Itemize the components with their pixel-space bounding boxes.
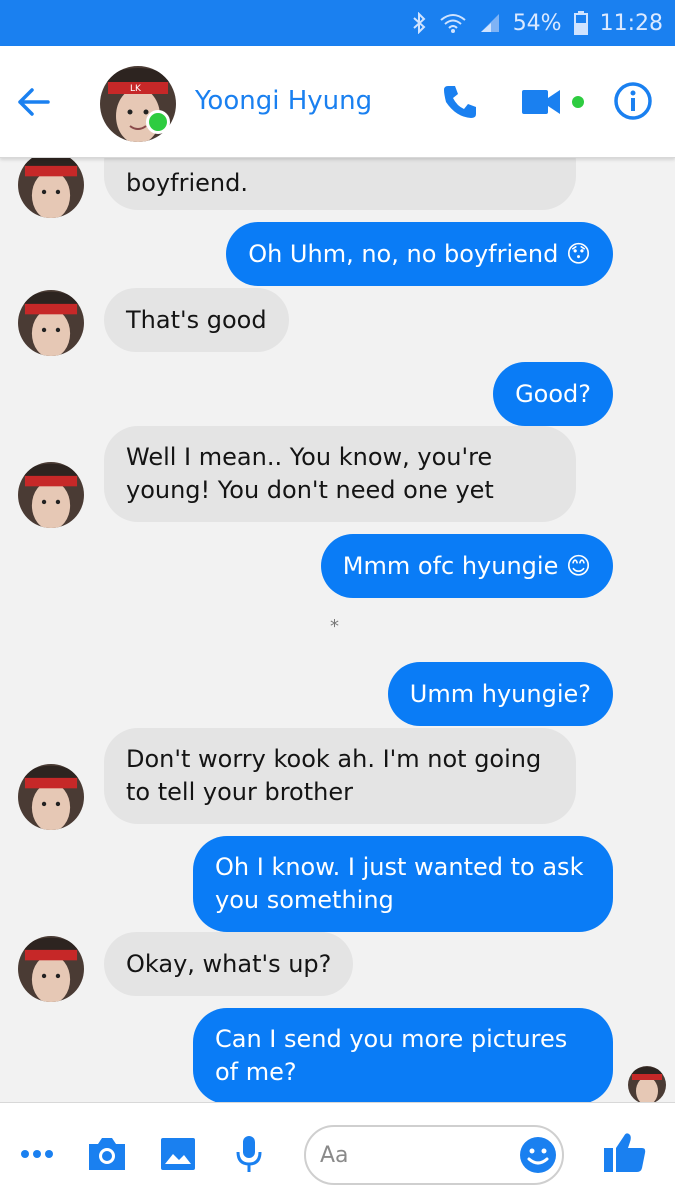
seen-indicator-avatar <box>628 1066 666 1102</box>
conversation-divider: * <box>330 616 339 637</box>
clock: 11:28 <box>599 10 663 36</box>
back-arrow-icon <box>18 88 50 116</box>
sender-avatar[interactable] <box>18 764 84 830</box>
phone-icon <box>444 86 476 118</box>
online-status-indicator <box>146 110 170 134</box>
battery-icon <box>573 11 588 35</box>
message-list[interactable]: boyfriend. Oh Uhm, no, no boyfriend 😯 Th… <box>0 158 675 1102</box>
message-bubble-outgoing[interactable]: Mmm ofc hyungie 😊 <box>320 534 613 598</box>
message-text: That's good <box>126 305 267 334</box>
message-text: Umm hyungie? <box>409 679 591 708</box>
video-active-indicator <box>572 96 584 108</box>
gallery-button[interactable] <box>157 1133 199 1175</box>
message-bubble-outgoing[interactable]: Oh I know. I just wanted to ask you some… <box>193 836 613 932</box>
wifi-icon <box>439 12 467 34</box>
message-bubble-incoming[interactable]: That's good <box>104 288 289 352</box>
composer-bar <box>0 1102 675 1200</box>
camera-button[interactable] <box>86 1133 128 1175</box>
message-bubble-outgoing[interactable]: Oh Uhm, no, no boyfriend 😯 <box>226 222 613 286</box>
video-camera-icon <box>522 90 560 114</box>
message-text: Oh Uhm, no, no boyfriend 😯 <box>248 239 591 268</box>
conversation-header: LK Yoongi Hyung <box>0 46 675 158</box>
voice-message-button[interactable] <box>228 1133 270 1175</box>
gallery-icon <box>161 1138 195 1170</box>
info-icon <box>614 82 652 120</box>
message-text: boyfriend. <box>126 169 248 197</box>
battery-percent: 54% <box>512 10 562 36</box>
back-button[interactable] <box>14 82 54 122</box>
message-bubble-incoming[interactable]: Okay, what's up? <box>104 932 354 996</box>
message-input[interactable] <box>320 1139 510 1171</box>
message-bubble-outgoing[interactable]: Good? <box>493 362 613 426</box>
message-text: Mmm ofc hyungie 😊 <box>342 551 591 580</box>
message-bubble-incoming[interactable]: Don't worry kook ah. I'm not going to te… <box>104 728 576 824</box>
emoji-icon <box>520 1137 556 1173</box>
message-text: Can I send you more pictures of me? <box>215 1025 568 1086</box>
more-icon <box>21 1150 53 1158</box>
message-text: Okay, what's up? <box>126 949 332 978</box>
voice-call-button[interactable] <box>440 82 480 122</box>
contact-name[interactable]: Yoongi Hyung <box>195 86 372 116</box>
thumbs-up-icon <box>604 1133 646 1172</box>
message-text: Don't worry kook ah. I'm not going to te… <box>126 745 542 806</box>
message-text: Well I mean.. You know, you're young! Yo… <box>126 443 494 504</box>
sender-avatar[interactable] <box>18 158 84 218</box>
message-composer[interactable] <box>304 1125 564 1185</box>
message-text: Oh I know. I just wanted to ask you some… <box>215 853 584 914</box>
sender-avatar[interactable] <box>18 462 84 528</box>
message-bubble-outgoing[interactable]: Umm hyungie? <box>387 662 613 726</box>
microphone-icon <box>236 1136 262 1172</box>
conversation-info-button[interactable] <box>612 80 654 122</box>
svg-text:LK: LK <box>130 84 142 94</box>
sender-avatar[interactable] <box>18 290 84 356</box>
more-options-button[interactable] <box>16 1133 58 1175</box>
status-bar: 54% 11:28 <box>0 0 675 46</box>
message-bubble-incoming[interactable]: Well I mean.. You know, you're young! Yo… <box>104 426 576 522</box>
message-bubble-incoming[interactable]: boyfriend. <box>104 158 576 210</box>
message-bubble-outgoing[interactable]: Can I send you more pictures of me? <box>193 1008 613 1102</box>
signal-icon <box>479 12 501 34</box>
video-call-button[interactable] <box>520 84 562 120</box>
message-text: Good? <box>515 379 591 408</box>
camera-icon <box>89 1138 125 1170</box>
sender-avatar[interactable] <box>18 936 84 1002</box>
emoji-button[interactable] <box>518 1135 558 1175</box>
like-button[interactable] <box>602 1129 648 1175</box>
bluetooth-icon <box>411 12 427 34</box>
